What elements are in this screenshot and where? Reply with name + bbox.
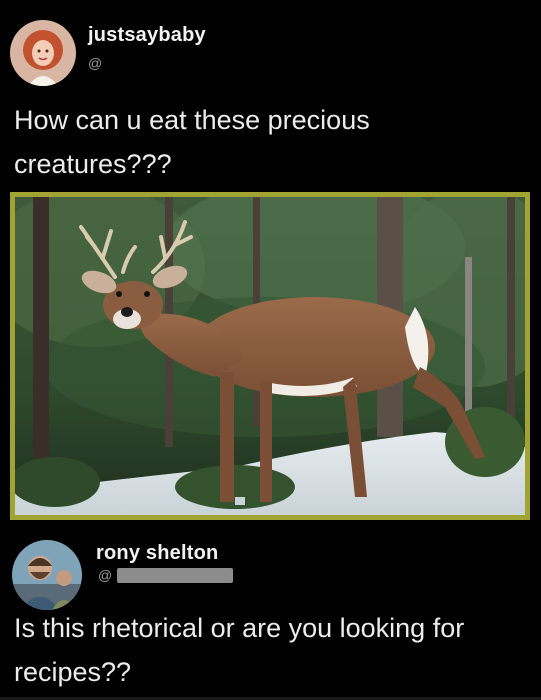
deer-photo [15,197,525,515]
redacted-handle-bar [117,568,233,583]
tweet-username[interactable]: justsaybaby [88,24,206,47]
tweet-text: How can u eat these precious creatures??… [14,98,534,186]
tweet-text-line: recipes?? [14,657,132,687]
avatar-image [12,540,82,610]
tweet-text: Is this rhetorical or are you looking fo… [14,606,534,694]
tweet-text-line: Is this rhetorical or are you looking fo… [14,613,465,643]
avatar-image [10,20,76,86]
tweet-username[interactable]: rony shelton [96,542,218,565]
tweet-handle[interactable]: @ [98,567,112,583]
tweet-photo[interactable] [10,192,530,520]
tweet-handle[interactable]: @ [88,55,102,71]
tweet-text-line: How can u eat these precious [14,105,370,135]
tweet-original: justsaybaby @ How can u eat these precio… [0,0,541,530]
avatar-justsaybaby[interactable] [10,20,76,86]
avatar-rony-shelton[interactable] [12,540,82,610]
tweet-text-line: creatures??? [14,149,172,179]
